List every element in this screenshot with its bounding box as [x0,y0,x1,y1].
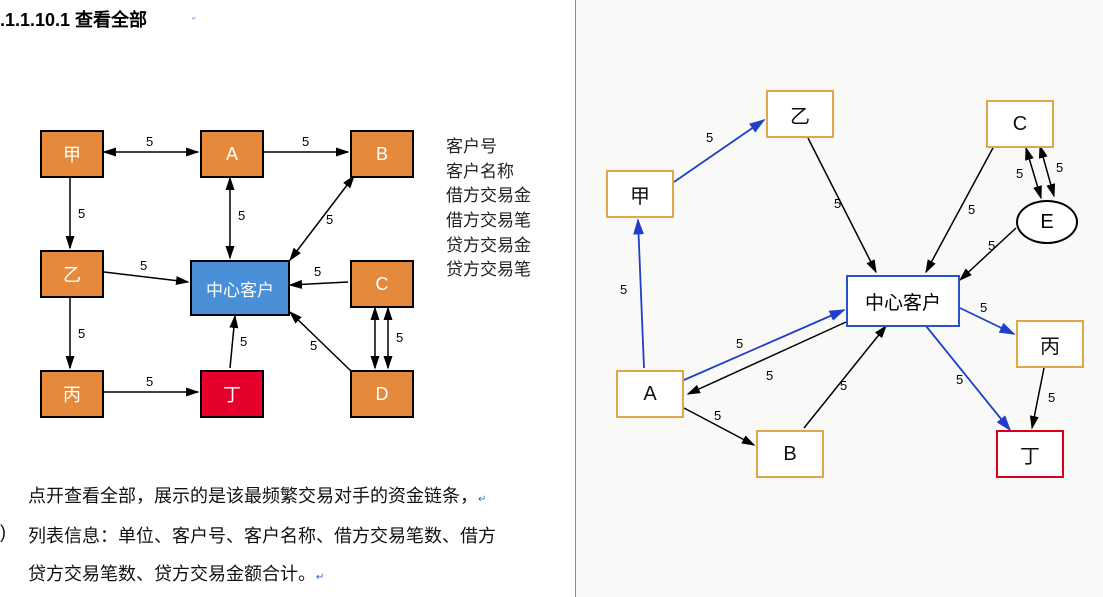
node-yi: 乙 [40,250,104,298]
right-diagram: 5 5 5 5 5 5 5 5 [596,80,1086,490]
svg-text:5: 5 [310,338,317,353]
r-node-b: B [756,430,824,478]
svg-text:5: 5 [326,212,333,227]
paragraph-2: 列表信息：单位、客户号、客户名称、借方交易笔数、借方 [28,518,559,554]
section-heading: .1.1.10.1 查看全部 [0,6,147,32]
label-debit-count: 借方交易笔 [446,209,531,234]
svg-text:5: 5 [714,408,721,423]
node-center: 中心客户 [190,260,290,316]
svg-text:5: 5 [620,282,627,297]
right-panel: 5 5 5 5 5 5 5 5 [575,0,1103,597]
node-bing: 丙 [40,370,104,418]
svg-text:5: 5 [146,374,153,389]
svg-text:5: 5 [1048,390,1055,405]
svg-text:5: 5 [240,334,247,349]
svg-text:5: 5 [140,258,147,273]
svg-text:5: 5 [766,368,773,383]
page: .1.1.10.1 查看全部 ↵ 客户号 客户名称 借方交易金 借方交易笔 贷方… [0,0,1103,597]
svg-text:5: 5 [736,336,743,351]
svg-text:5: 5 [78,326,85,341]
label-credit-amount: 贷方交易金 [446,234,531,259]
r-node-center: 中心客户 [846,275,960,327]
left-diagram: 5 5 5 5 5 5 5 5 [30,120,450,440]
r-node-ding: 丁 [996,430,1064,478]
marker-icon: ↵ [192,16,196,22]
r-node-yi: 乙 [766,90,834,138]
node-jia: 甲 [40,130,104,178]
r-node-a: A [616,370,684,418]
svg-text:5: 5 [834,196,841,211]
node-d: D [350,370,414,418]
svg-text:5: 5 [146,134,153,149]
svg-text:5: 5 [396,330,403,345]
svg-text:5: 5 [302,134,309,149]
r-node-c: C [986,100,1054,148]
node-a: A [200,130,264,178]
svg-text:5: 5 [706,130,713,145]
label-credit-count: 贷方交易笔 [446,258,531,283]
label-customer-id: 客户号 [446,135,531,160]
node-b: B [350,130,414,178]
svg-text:5: 5 [314,264,321,279]
svg-text:5: 5 [980,300,987,315]
r-node-jia: 甲 [606,170,674,218]
svg-text:5: 5 [968,202,975,217]
paragraph-3: 贷方交易笔数、贷方交易金额合计。↵ [28,556,559,592]
svg-text:5: 5 [840,378,847,393]
svg-text:5: 5 [238,208,245,223]
node-ding: 丁 [200,370,264,418]
left-panel: .1.1.10.1 查看全部 ↵ 客户号 客户名称 借方交易金 借方交易笔 贷方… [0,0,575,597]
r-node-e: E [1016,200,1078,244]
label-debit-amount: 借方交易金 [446,184,531,209]
svg-text:5: 5 [956,372,963,387]
svg-text:5: 5 [1016,166,1023,181]
field-labels: 客户号 客户名称 借方交易金 借方交易笔 贷方交易金 贷方交易笔 [446,135,531,283]
svg-text:5: 5 [78,206,85,221]
node-c: C [350,260,414,308]
paragraph-1: 点开查看全部，展示的是该最频繁交易对手的资金链条，↵ [28,478,559,514]
r-node-bing: 丙 [1016,320,1084,368]
svg-text:5: 5 [988,238,995,253]
label-customer-name: 客户名称 [446,160,531,185]
list-bullet: ) [0,522,6,543]
svg-text:5: 5 [1056,160,1063,175]
